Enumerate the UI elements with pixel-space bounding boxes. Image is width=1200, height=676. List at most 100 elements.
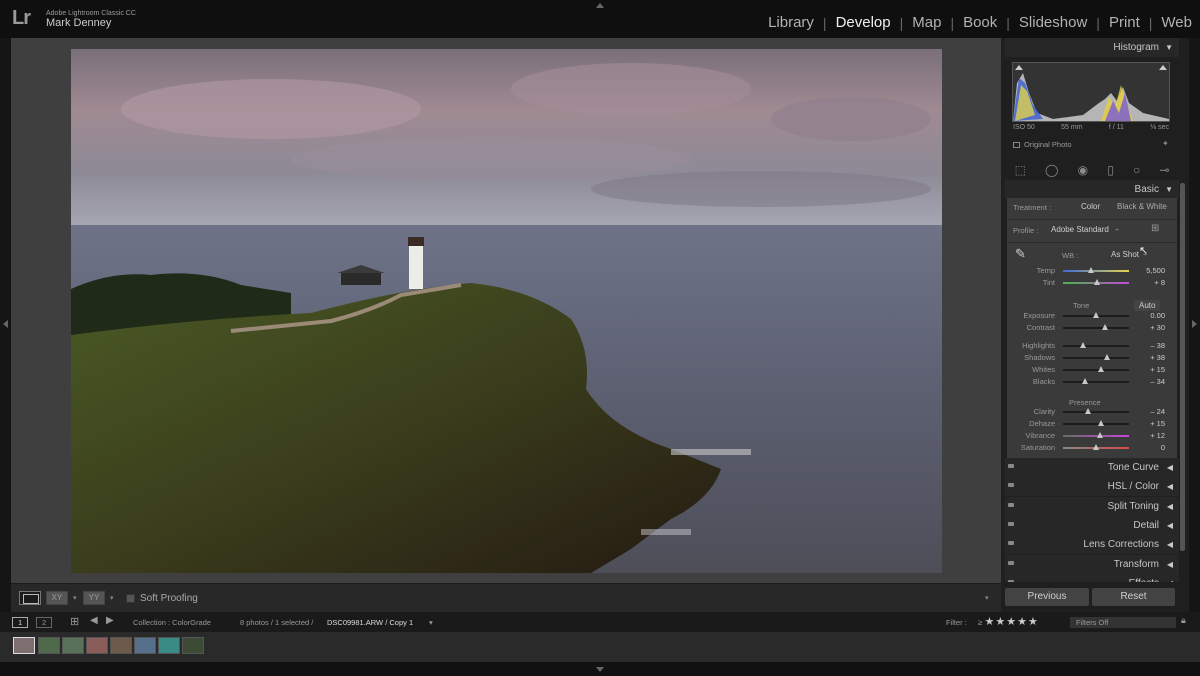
panel-header-hsl-color[interactable]: HSL / Color ◀ — [1005, 477, 1179, 497]
slider-value-highlights[interactable]: – 38 — [1135, 341, 1165, 350]
slider-thumb-whites[interactable] — [1097, 366, 1104, 372]
module-web[interactable]: Web — [1161, 14, 1192, 31]
panel-toggle-switch-icon[interactable] — [1008, 541, 1014, 546]
star-icon[interactable]: ★ — [1028, 616, 1038, 628]
panel-header-lens-corrections[interactable]: Lens Corrections ◀ — [1005, 535, 1179, 555]
slider-thumb-saturation[interactable] — [1093, 444, 1099, 450]
swap-settings-button[interactable]: YY — [83, 591, 105, 605]
star-filter[interactable]: ≥ ★★★★★ — [978, 615, 1039, 628]
slider-track-dehaze[interactable] — [1063, 423, 1129, 425]
slider-value-saturation[interactable]: 0 — [1135, 443, 1165, 452]
before-after-button[interactable]: XY — [46, 591, 68, 605]
slider-track-highlights[interactable] — [1063, 345, 1129, 347]
slider-value-clarity[interactable]: – 24 — [1135, 407, 1165, 416]
slider-label-contrast[interactable]: Contrast — [1013, 323, 1055, 332]
histogram-graph[interactable] — [1012, 62, 1170, 122]
panel-toggle-switch-icon[interactable] — [1008, 502, 1014, 507]
loupe-view-button[interactable] — [19, 591, 41, 605]
chevron-down-icon[interactable]: ▾ — [110, 594, 114, 602]
back-arrow-icon[interactable]: ◀ — [90, 615, 98, 626]
thumbnail[interactable] — [62, 637, 84, 654]
filter-preset-dropdown[interactable]: Filters Off — [1070, 617, 1176, 628]
slider-value-dehaze[interactable]: + 15 — [1135, 419, 1165, 428]
crop-icon[interactable]: ⬚ — [1015, 163, 1026, 177]
white-balance-eyedropper-icon[interactable]: ✎ — [1015, 246, 1026, 262]
wb-dropdown[interactable]: As Shot — [1111, 250, 1139, 259]
slider-value-blacks[interactable]: – 34 — [1135, 377, 1165, 386]
module-map[interactable]: Map — [912, 14, 941, 31]
panel-toggle-switch-icon[interactable] — [1008, 464, 1014, 468]
panel-toggle-switch-icon[interactable] — [1008, 483, 1014, 488]
panel-toggle-switch-icon[interactable] — [1008, 560, 1014, 565]
thumbnail[interactable] — [86, 637, 108, 654]
left-panel-toggle-icon[interactable] — [3, 320, 8, 328]
thumbnail[interactable] — [182, 637, 204, 654]
slider-label-vibrance[interactable]: Vibrance — [1013, 431, 1055, 440]
slider-track-clarity[interactable] — [1063, 411, 1129, 413]
profile-browser-icon[interactable]: ⊞ — [1151, 223, 1159, 234]
basic-panel-header[interactable]: Basic ▼ — [1005, 180, 1179, 199]
module-print[interactable]: Print — [1109, 14, 1140, 31]
star-icon[interactable]: ★ — [995, 616, 1005, 628]
filter-lock-icon[interactable]: 🔒︎ — [1181, 615, 1186, 626]
slider-thumb-contrast[interactable] — [1101, 324, 1108, 330]
slider-label-blacks[interactable]: Blacks — [1013, 377, 1055, 386]
treatment-bw-button[interactable]: Black & White — [1117, 202, 1167, 211]
panel-header-split-toning[interactable]: Split Toning ◀ — [1005, 496, 1179, 516]
slider-label-saturation[interactable]: Saturation — [1013, 443, 1055, 452]
auto-tone-button[interactable]: Auto — [1134, 300, 1161, 311]
slider-track-shadows[interactable] — [1063, 357, 1129, 359]
slider-value-shadows[interactable]: + 38 — [1135, 353, 1165, 362]
slider-thumb-blacks[interactable] — [1081, 378, 1088, 384]
thumbnail[interactable] — [110, 637, 132, 654]
slider-thumb-exposure[interactable] — [1093, 312, 1099, 318]
forward-arrow-icon[interactable]: ▶ — [106, 615, 114, 626]
pin-icon[interactable]: ✦ — [1162, 139, 1169, 148]
module-library[interactable]: Library — [768, 14, 814, 31]
chevron-down-icon[interactable]: ÷ — [1115, 225, 1119, 234]
slider-label-temp[interactable]: Temp — [1013, 266, 1055, 275]
slider-value-exposure[interactable]: 0.00 — [1135, 311, 1165, 320]
filmstrip-toggle-icon[interactable] — [596, 667, 604, 672]
panel-header-detail[interactable]: Detail ◀ — [1005, 515, 1179, 535]
graduated-filter-icon[interactable]: ▯ — [1107, 163, 1114, 177]
star-icon[interactable]: ★ — [1006, 616, 1016, 628]
module-book[interactable]: Book — [963, 14, 997, 31]
shadow-clipping-icon[interactable] — [1015, 65, 1023, 70]
slider-value-whites[interactable]: + 15 — [1135, 365, 1165, 374]
slider-label-highlights[interactable]: Highlights — [1013, 341, 1055, 350]
slider-value-contrast[interactable]: + 30 — [1135, 323, 1165, 332]
slider-label-clarity[interactable]: Clarity — [1013, 407, 1055, 416]
slider-track-whites[interactable] — [1063, 369, 1129, 371]
image-canvas[interactable] — [11, 38, 1001, 583]
slider-track-contrast[interactable] — [1063, 327, 1129, 329]
highlight-clipping-icon[interactable] — [1159, 65, 1167, 70]
star-icon[interactable]: ★ — [984, 616, 994, 628]
slider-label-shadows[interactable]: Shadows — [1013, 353, 1055, 362]
toolbar-menu-chevron-icon[interactable]: ▾ — [985, 594, 989, 602]
slider-thumb-highlights[interactable] — [1080, 342, 1087, 348]
slider-label-whites[interactable]: Whites — [1013, 365, 1055, 374]
soft-proofing-checkbox[interactable] — [126, 594, 135, 603]
top-panel-toggle-icon[interactable] — [596, 3, 604, 8]
module-slideshow[interactable]: Slideshow — [1019, 14, 1087, 31]
profile-dropdown[interactable]: Adobe Standard — [1051, 225, 1109, 234]
panel-header-tone-curve[interactable]: Tone Curve ◀ — [1005, 458, 1179, 477]
collection-source[interactable]: Collection : ColorGrade — [133, 618, 211, 627]
slider-track-temp[interactable] — [1063, 270, 1129, 272]
panel-header-effects[interactable]: Effects ◀ — [1005, 573, 1179, 582]
reset-button[interactable]: Reset — [1092, 588, 1175, 606]
thumbnail[interactable] — [38, 637, 60, 654]
slider-track-blacks[interactable] — [1063, 381, 1129, 383]
thumbnail[interactable] — [134, 637, 156, 654]
star-icon[interactable]: ★ — [1017, 616, 1027, 628]
slider-thumb-vibrance[interactable] — [1096, 432, 1103, 438]
secondary-window-button[interactable]: 2 — [36, 617, 53, 628]
module-develop[interactable]: Develop — [836, 14, 891, 31]
histogram-panel-header[interactable]: Histogram ▼ — [1005, 38, 1179, 57]
slider-label-tint[interactable]: Tint — [1013, 278, 1055, 287]
panel-toggle-switch-icon[interactable] — [1008, 579, 1014, 582]
slider-label-exposure[interactable]: Exposure — [1013, 311, 1055, 320]
thumbnail[interactable] — [158, 637, 180, 654]
thumbnail-selected[interactable] — [13, 637, 35, 654]
